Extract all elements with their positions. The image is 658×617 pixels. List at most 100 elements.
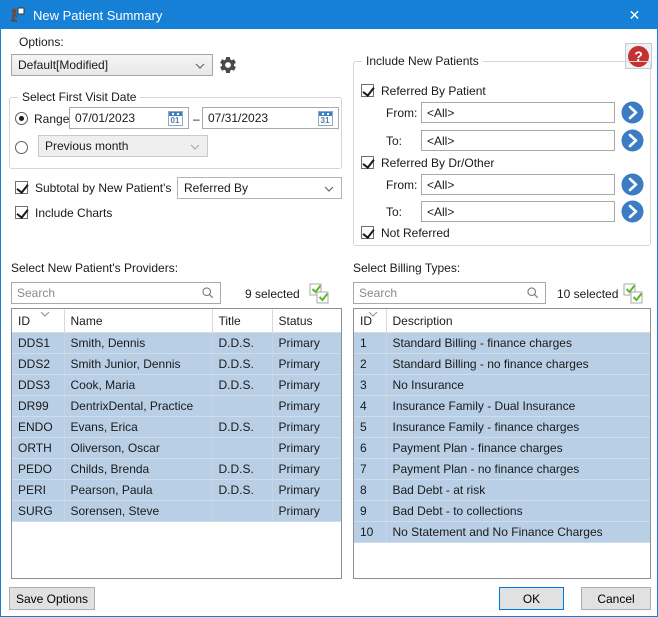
billing-row[interactable]: 2Standard Billing - no finance charges xyxy=(354,353,650,374)
date-from-field[interactable]: 01 xyxy=(69,107,189,129)
options-value: Default[Modified] xyxy=(18,58,108,72)
range-label: Range xyxy=(34,112,69,126)
billing-row[interactable]: 8Bad Debt - at risk xyxy=(354,479,650,500)
chevron-down-icon xyxy=(190,144,200,150)
date-from-calendar-button[interactable]: 01 xyxy=(164,110,186,126)
billing-row[interactable]: 10No Statement and No Finance Charges xyxy=(354,521,650,542)
providers-col-id[interactable]: ID xyxy=(12,309,64,332)
period-dropdown[interactable]: Previous month xyxy=(38,135,208,157)
patient-to-input[interactable] xyxy=(422,131,614,150)
billing-row[interactable]: 9Bad Debt - to collections xyxy=(354,500,650,521)
range-radio[interactable] xyxy=(15,112,28,125)
billing-row[interactable]: 7Payment Plan - no finance charges xyxy=(354,458,650,479)
not-referred-label: Not Referred xyxy=(381,226,450,240)
billing-row[interactable]: 3No Insurance xyxy=(354,374,650,395)
window-title: New Patient Summary xyxy=(33,8,162,23)
dr-to-search-arrow-button[interactable] xyxy=(621,200,644,223)
close-icon[interactable]: ✕ xyxy=(612,1,657,29)
provider-row[interactable]: DR99DentrixDental, Practice Primary xyxy=(12,395,341,416)
new-patient-summary-dialog: New Patient Summary ✕ Options: Default[M… xyxy=(0,0,658,617)
period-value: Previous month xyxy=(45,139,128,153)
dr-from-search-arrow-button[interactable] xyxy=(621,173,644,196)
include-new-patients-group-label: Include New Patients xyxy=(362,54,483,68)
provider-row[interactable]: PERIPearson, Paula D.D.S.Primary xyxy=(12,479,341,500)
dr-from-input[interactable] xyxy=(422,175,614,194)
subtotal-value: Referred By xyxy=(184,181,248,195)
sort-chevron-icon xyxy=(368,311,378,317)
billing-header-row: ID Description xyxy=(354,309,650,332)
include-charts-checkbox[interactable] xyxy=(15,206,28,219)
patient-from-label: From: xyxy=(386,106,417,120)
sort-chevron-icon xyxy=(40,311,50,317)
provider-row[interactable]: DDS3Cook, Maria D.D.S.Primary xyxy=(12,374,341,395)
referred-by-patient-label: Referred By Patient xyxy=(381,84,486,98)
patient-to-search-arrow-button[interactable] xyxy=(621,129,644,152)
billing-search-input[interactable] xyxy=(354,283,526,303)
patient-to-field[interactable] xyxy=(421,130,615,151)
subtotal-dropdown[interactable]: Referred By xyxy=(177,177,342,199)
billing-col-id[interactable]: ID xyxy=(354,309,386,332)
providers-search-field[interactable] xyxy=(11,282,221,304)
providers-col-status[interactable]: Status xyxy=(272,309,341,332)
provider-row[interactable]: DDS2Smith Junior, Dennis D.D.S.Primary xyxy=(12,353,341,374)
save-options-button[interactable]: Save Options xyxy=(9,587,95,610)
providers-search-input[interactable] xyxy=(12,283,201,303)
billing-table: ID Description 1Standard Billing - finan… xyxy=(353,308,651,579)
chevron-down-icon xyxy=(195,63,205,69)
cancel-button[interactable]: Cancel xyxy=(581,587,651,610)
providers-table: ID Name Title Status DDS1Smith, Dennis D… xyxy=(11,308,342,579)
billing-selected-count: 10 selected xyxy=(557,287,618,301)
billing-search-field[interactable] xyxy=(353,282,546,304)
dr-to-label: To: xyxy=(386,205,402,219)
billing-row[interactable]: 6Payment Plan - finance charges xyxy=(354,437,650,458)
first-visit-date-group-label: Select First Visit Date xyxy=(18,90,140,104)
provider-row[interactable]: DDS1Smith, Dennis D.D.S.Primary xyxy=(12,332,341,353)
provider-row[interactable]: PEDOChilds, Brenda D.D.S.Primary xyxy=(12,458,341,479)
billing-row[interactable]: 1Standard Billing - finance charges xyxy=(354,332,650,353)
provider-row[interactable]: SURGSorensen, Steve Primary xyxy=(12,500,341,521)
provider-row[interactable]: ENDOEvans, Erica D.D.S.Primary xyxy=(12,416,341,437)
providers-selected-count: 9 selected xyxy=(245,287,300,301)
billing-select-all-icon[interactable] xyxy=(621,282,645,306)
patient-from-search-arrow-button[interactable] xyxy=(621,101,644,124)
calendar-icon: 31 xyxy=(318,111,333,126)
referred-by-dr-checkbox[interactable] xyxy=(361,156,374,169)
date-range-separator: – xyxy=(193,112,200,126)
provider-row[interactable]: ORTHOliverson, Oscar Primary xyxy=(12,437,341,458)
date-to-calendar-button[interactable]: 31 xyxy=(314,110,336,126)
calendar-icon: 01 xyxy=(168,111,183,126)
billing-row[interactable]: 5Insurance Family - finance charges xyxy=(354,416,650,437)
subtotal-label: Subtotal by New Patient's xyxy=(35,181,171,195)
app-icon xyxy=(9,7,25,23)
providers-label: Select New Patient's Providers: xyxy=(11,261,178,275)
billing-label: Select Billing Types: xyxy=(353,261,460,275)
billing-col-description[interactable]: Description xyxy=(386,309,650,332)
dr-from-field[interactable] xyxy=(421,174,615,195)
billing-row[interactable]: 4Insurance Family - Dual Insurance xyxy=(354,395,650,416)
providers-select-all-icon[interactable] xyxy=(307,282,331,306)
ok-button[interactable]: OK xyxy=(499,587,564,610)
referred-by-dr-label: Referred By Dr/Other xyxy=(381,156,494,170)
patient-to-label: To: xyxy=(386,134,402,148)
search-icon xyxy=(526,286,540,300)
dr-to-input[interactable] xyxy=(422,202,614,221)
providers-header-row: ID Name Title Status xyxy=(12,309,341,332)
chevron-down-icon xyxy=(324,186,334,192)
include-charts-label: Include Charts xyxy=(35,206,112,220)
patient-from-field[interactable] xyxy=(421,102,615,123)
patient-from-input[interactable] xyxy=(422,103,614,122)
not-referred-checkbox[interactable] xyxy=(361,226,374,239)
dr-from-label: From: xyxy=(386,178,417,192)
providers-col-title[interactable]: Title xyxy=(212,309,272,332)
search-icon xyxy=(201,286,215,300)
title-bar: New Patient Summary ✕ xyxy=(1,1,657,29)
date-to-field[interactable]: 31 xyxy=(202,107,339,129)
period-radio[interactable] xyxy=(15,141,28,154)
subtotal-checkbox[interactable] xyxy=(15,181,28,194)
options-dropdown[interactable]: Default[Modified] xyxy=(11,54,213,76)
gear-icon[interactable] xyxy=(218,55,238,75)
options-label: Options: xyxy=(19,35,64,49)
providers-col-name[interactable]: Name xyxy=(64,309,212,332)
dr-to-field[interactable] xyxy=(421,201,615,222)
referred-by-patient-checkbox[interactable] xyxy=(361,84,374,97)
